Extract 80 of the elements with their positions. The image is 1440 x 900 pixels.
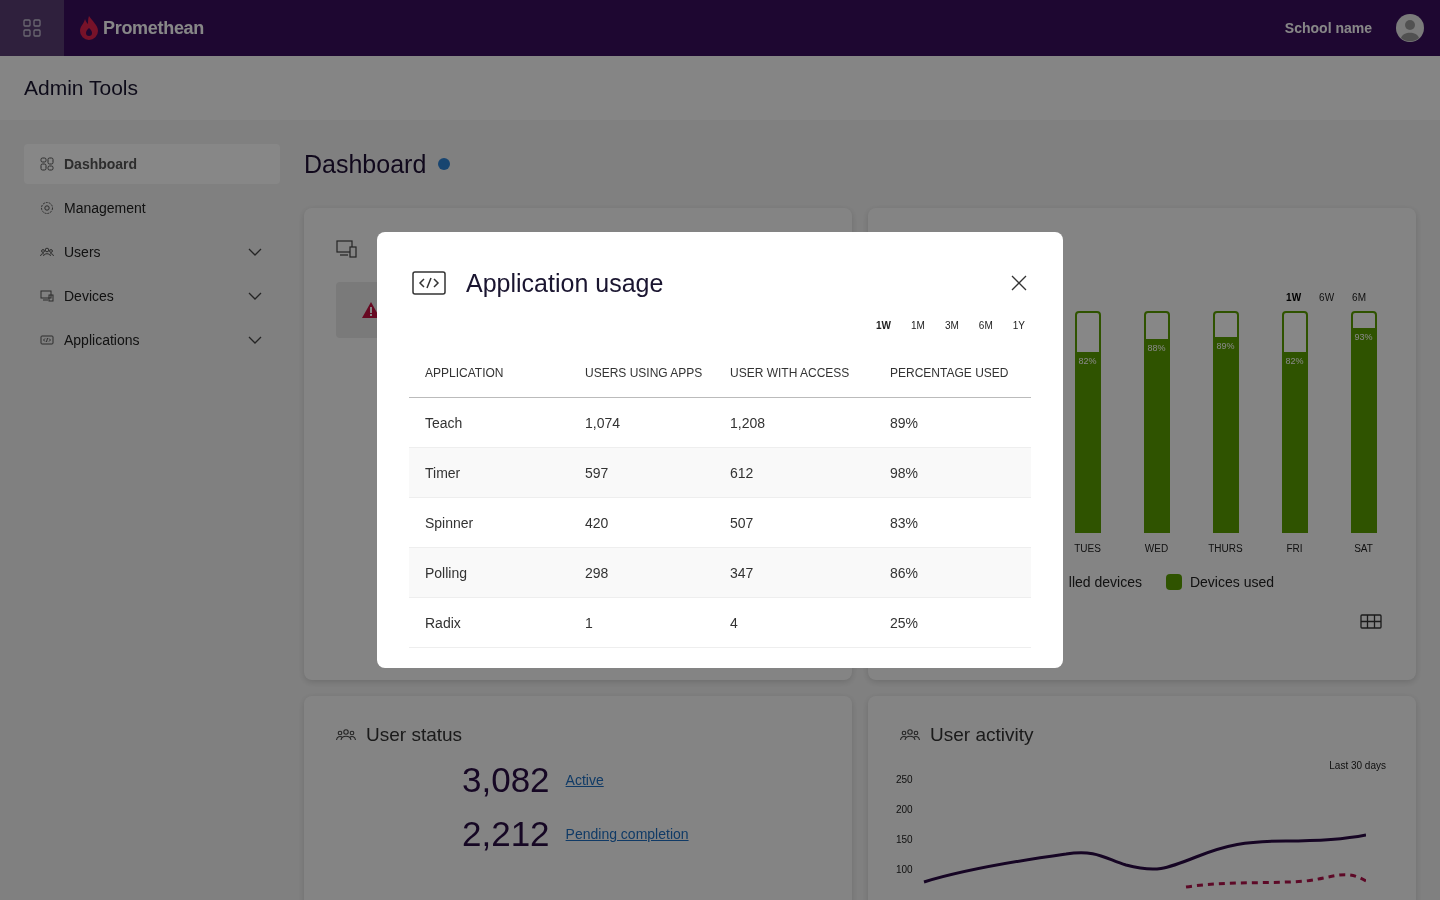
period-tab[interactable]: 1Y — [1012, 320, 1025, 331]
y-tick-label: 250 — [896, 774, 913, 785]
table-cell: 25% — [874, 597, 1031, 648]
devices-icon — [40, 289, 54, 303]
stat-value: 2,212 — [462, 814, 550, 854]
bar-value-label: 82% — [1077, 356, 1098, 367]
settings-icon — [40, 201, 54, 215]
sidebar-item[interactable]: Users — [24, 232, 280, 272]
table-cell: Teach — [409, 397, 569, 448]
table-cell: 83% — [874, 497, 1031, 548]
bar-value-label: 88% — [1146, 343, 1167, 354]
table-cell: 1,074 — [569, 397, 714, 448]
y-tick-label: 150 — [896, 834, 913, 845]
y-tick-label: 100 — [896, 864, 913, 875]
card-title: User status — [366, 724, 463, 746]
table-cell: 597 — [569, 447, 714, 498]
period-tab[interactable]: 6M — [978, 320, 993, 331]
users-icon — [900, 729, 920, 741]
table-view-icon[interactable] — [1360, 614, 1382, 629]
avatar-icon[interactable] — [1396, 14, 1424, 42]
day-label: WED — [1144, 543, 1169, 554]
bar-value-label: 82% — [1284, 356, 1305, 367]
users-icon — [40, 245, 54, 259]
status-dot — [438, 158, 451, 170]
card-title: User activity — [930, 724, 1034, 746]
day-label: FRI — [1286, 543, 1303, 554]
period-tab[interactable]: 6M — [1352, 292, 1366, 303]
table-cell: Polling — [409, 547, 569, 598]
table-cell: Radix — [409, 597, 569, 648]
table-cell: 507 — [714, 497, 874, 548]
grid-icon — [23, 19, 41, 37]
table-cell: 1 — [569, 597, 714, 648]
stat-link[interactable]: Active — [565, 772, 604, 788]
period-label: Last 30 days — [1329, 760, 1386, 771]
table-cell: 98% — [874, 447, 1031, 498]
table-cell: Spinner — [409, 497, 569, 548]
school-name: School name — [1284, 20, 1372, 36]
stat-value: 3,082 — [462, 760, 550, 800]
dashboard-title: Dashboard — [304, 149, 427, 179]
period-tab[interactable]: 6W — [1319, 292, 1335, 303]
flame-logo-icon — [80, 16, 98, 40]
period-tab[interactable]: 1W — [1286, 292, 1302, 303]
stat-link[interactable]: Pending completion — [565, 826, 689, 842]
users-icon — [336, 729, 356, 741]
day-label: TUES — [1074, 543, 1101, 554]
period-tab[interactable]: 1M — [911, 320, 925, 331]
dialog-title: Application usage — [466, 268, 664, 298]
day-label: SAT — [1354, 543, 1373, 554]
bar-value-label: 93% — [1353, 332, 1374, 343]
brand-name: Promethean — [103, 17, 205, 39]
table-cell: 1,208 — [714, 397, 874, 448]
close-icon[interactable] — [1011, 275, 1027, 291]
column-header: PERCENTAGE USED — [874, 349, 1031, 398]
page-header-title: Admin Tools — [24, 76, 138, 100]
column-header: USERS USING APPS — [569, 349, 714, 398]
column-header: APPLICATION — [409, 349, 569, 398]
devices-icon — [336, 240, 358, 258]
sidebar-item[interactable]: Management — [24, 188, 280, 228]
day-label: THURS — [1208, 543, 1243, 554]
sidebar-item[interactable]: Devices — [24, 276, 280, 316]
table-cell: 298 — [569, 547, 714, 598]
table-cell: 89% — [874, 397, 1031, 448]
bar-value-label: 89% — [1215, 340, 1236, 351]
code-icon — [40, 333, 54, 347]
table-cell: 347 — [714, 547, 874, 598]
sidebar-item[interactable]: Applications — [24, 320, 280, 360]
dashboard-icon — [40, 157, 54, 171]
table-cell: Timer — [409, 447, 569, 498]
table-cell: 86% — [874, 547, 1031, 598]
y-tick-label: 200 — [896, 804, 913, 815]
column-header: USER WITH ACCESS — [714, 349, 874, 398]
period-tab[interactable]: 3M — [944, 320, 959, 331]
period-tab[interactable]: 1W — [876, 320, 892, 331]
table-cell: 612 — [714, 447, 874, 498]
table-cell: 420 — [569, 497, 714, 548]
table-cell: 4 — [714, 597, 874, 648]
sidebar-item[interactable]: Dashboard — [24, 144, 280, 184]
legend-label: Devices used — [1189, 574, 1274, 590]
code-icon — [412, 271, 446, 295]
legend-label: lled devices — [1068, 574, 1142, 590]
